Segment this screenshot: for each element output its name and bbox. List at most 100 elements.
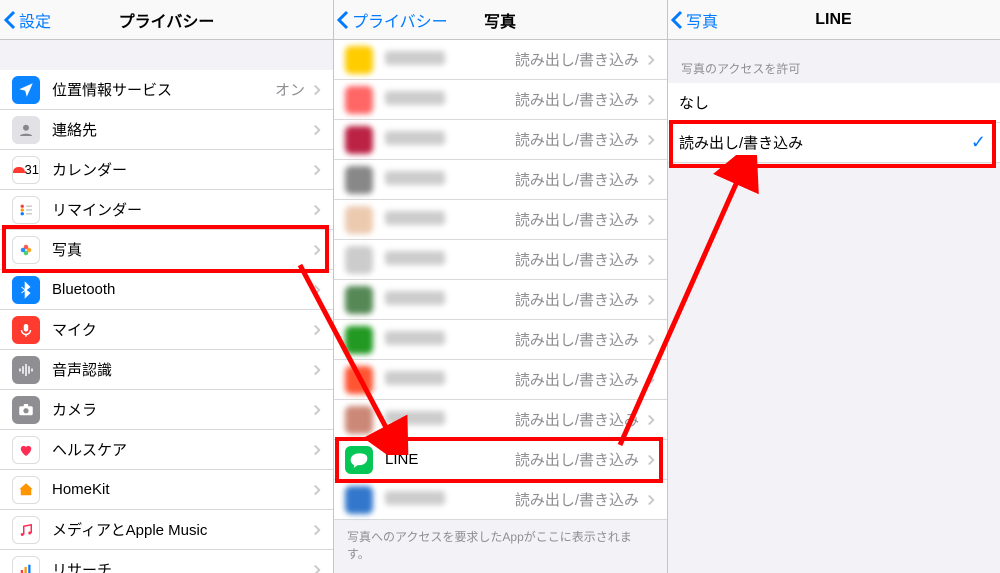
row-trailing: 読み出し/書き込み xyxy=(515,289,639,310)
chevron-right-icon xyxy=(647,414,655,426)
panel-photos: プライバシー 写真 読み出し/書き込み読み出し/書き込み読み出し/書き込み読み出… xyxy=(333,0,667,573)
chevron-right-icon xyxy=(647,494,655,506)
privacy-row-mic[interactable]: マイク xyxy=(0,310,333,350)
blurred-app-icon xyxy=(345,326,373,354)
privacy-row-health[interactable]: ヘルスケア xyxy=(0,430,333,470)
row-label xyxy=(385,491,515,509)
photos-app-row-app9[interactable]: 読み出し/書き込み xyxy=(333,360,667,400)
chevron-right-icon xyxy=(313,404,321,416)
privacy-row-contacts[interactable]: 連絡先 xyxy=(0,110,333,150)
blurred-app-icon xyxy=(345,406,373,434)
blurred-app-icon xyxy=(345,166,373,194)
chevron-right-icon xyxy=(313,484,321,496)
navbar: 写真 LINE xyxy=(667,0,1000,40)
privacy-row-research[interactable]: リサーチ xyxy=(0,550,333,573)
row-label: メディアとApple Music xyxy=(52,519,309,540)
chevron-left-icon xyxy=(4,10,16,30)
panel-line-permission: 写真 LINE 写真のアクセスを許可 なし読み出し/書き込み✓ xyxy=(667,0,1000,573)
row-trailing: 読み出し/書き込み xyxy=(515,329,639,350)
row-label: カメラ xyxy=(52,399,309,420)
research-icon xyxy=(12,556,40,573)
back-button[interactable]: 写真 xyxy=(671,0,718,40)
back-label: 設定 xyxy=(19,8,51,32)
back-button[interactable]: プライバシー xyxy=(337,0,448,40)
chevron-left-icon xyxy=(671,10,683,30)
chevron-right-icon xyxy=(647,374,655,386)
chevron-right-icon xyxy=(647,454,655,466)
row-trailing: 読み出し/書き込み xyxy=(515,89,639,110)
row-trailing: オン xyxy=(275,79,305,100)
privacy-row-homekit[interactable]: HomeKit xyxy=(0,470,333,510)
chevron-right-icon xyxy=(647,134,655,146)
privacy-row-calendar[interactable]: 31 カレンダー xyxy=(0,150,333,190)
blurred-app-icon xyxy=(345,286,373,314)
permission-option-none[interactable]: なし xyxy=(667,83,1000,123)
photos-app-row-app7[interactable]: 読み出し/書き込み xyxy=(333,280,667,320)
privacy-row-photos[interactable]: 写真 xyxy=(0,230,333,270)
checkmark-icon: ✓ xyxy=(971,132,986,153)
privacy-row-camera[interactable]: カメラ xyxy=(0,390,333,430)
photos-app-row-app10[interactable]: 読み出し/書き込み xyxy=(333,400,667,440)
photos-app-row-app4[interactable]: 読み出し/書き込み xyxy=(333,160,667,200)
footer-note: 写真へのアクセスを要求したAppがここに表示されます。 xyxy=(333,520,667,573)
privacy-row-media[interactable]: メディアとApple Music xyxy=(0,510,333,550)
chevron-right-icon xyxy=(313,284,321,296)
speech-icon xyxy=(12,356,40,384)
row-label xyxy=(385,331,515,349)
row-label: マイク xyxy=(52,319,309,340)
row-label: カレンダー xyxy=(52,159,309,180)
blurred-app-icon xyxy=(345,246,373,274)
photos-app-row-app2[interactable]: 読み出し/書き込み xyxy=(333,80,667,120)
row-label: LINE xyxy=(385,451,515,468)
row-label: リサーチ xyxy=(52,559,309,573)
row-trailing: 読み出し/書き込み xyxy=(515,129,639,150)
chevron-right-icon xyxy=(313,564,321,573)
row-label xyxy=(385,411,515,429)
photos-app-row-app3[interactable]: 読み出し/書き込み xyxy=(333,120,667,160)
chevron-left-icon xyxy=(337,10,349,30)
calendar-icon: 31 xyxy=(12,156,40,184)
nav-title: 写真 xyxy=(484,8,516,32)
home-icon xyxy=(12,476,40,504)
blurred-app-icon xyxy=(345,126,373,154)
photos-icon xyxy=(12,236,40,264)
row-label: HomeKit xyxy=(52,481,309,498)
navbar: プライバシー 写真 xyxy=(333,0,667,40)
blurred-app-icon xyxy=(345,366,373,394)
row-trailing: 読み出し/書き込み xyxy=(515,489,639,510)
back-button[interactable]: 設定 xyxy=(4,0,51,40)
mic-icon xyxy=(12,316,40,344)
chevron-right-icon xyxy=(647,174,655,186)
privacy-row-reminders[interactable]: リマインダー xyxy=(0,190,333,230)
row-trailing: 読み出し/書き込み xyxy=(515,169,639,190)
blurred-app-icon xyxy=(345,486,373,514)
privacy-row-speech[interactable]: 音声認識 xyxy=(0,350,333,390)
permission-options: 写真のアクセスを許可 なし読み出し/書き込み✓ xyxy=(667,40,1000,573)
row-trailing: 読み出し/書き込み xyxy=(515,409,639,430)
navbar: 設定 プライバシー xyxy=(0,0,333,40)
photos-app-row-app12[interactable]: 読み出し/書き込み xyxy=(333,480,667,520)
privacy-row-bluetooth[interactable]: Bluetooth xyxy=(0,270,333,310)
photos-app-row-app5[interactable]: 読み出し/書き込み xyxy=(333,200,667,240)
row-label: 写真 xyxy=(52,239,309,260)
chevron-right-icon xyxy=(647,294,655,306)
chevron-right-icon xyxy=(647,214,655,226)
row-label xyxy=(385,91,515,109)
camera-icon xyxy=(12,396,40,424)
privacy-row-location[interactable]: 位置情報サービスオン xyxy=(0,70,333,110)
row-label: 音声認識 xyxy=(52,359,309,380)
permission-option-rw[interactable]: 読み出し/書き込み✓ xyxy=(667,123,1000,163)
photos-app-row-app1[interactable]: 読み出し/書き込み xyxy=(333,40,667,80)
photos-app-row-line[interactable]: LINE読み出し/書き込み xyxy=(333,440,667,480)
chevron-right-icon xyxy=(647,254,655,266)
photos-app-row-app6[interactable]: 読み出し/書き込み xyxy=(333,240,667,280)
row-trailing: 読み出し/書き込み xyxy=(515,369,639,390)
photos-app-row-app8[interactable]: 読み出し/書き込み xyxy=(333,320,667,360)
chevron-right-icon xyxy=(313,84,321,96)
row-trailing: 読み出し/書き込み xyxy=(515,209,639,230)
row-label: 連絡先 xyxy=(52,119,309,140)
row-trailing: 読み出し/書き込み xyxy=(515,249,639,270)
chevron-right-icon xyxy=(647,54,655,66)
chevron-right-icon xyxy=(313,204,321,216)
back-label: 写真 xyxy=(686,8,718,32)
